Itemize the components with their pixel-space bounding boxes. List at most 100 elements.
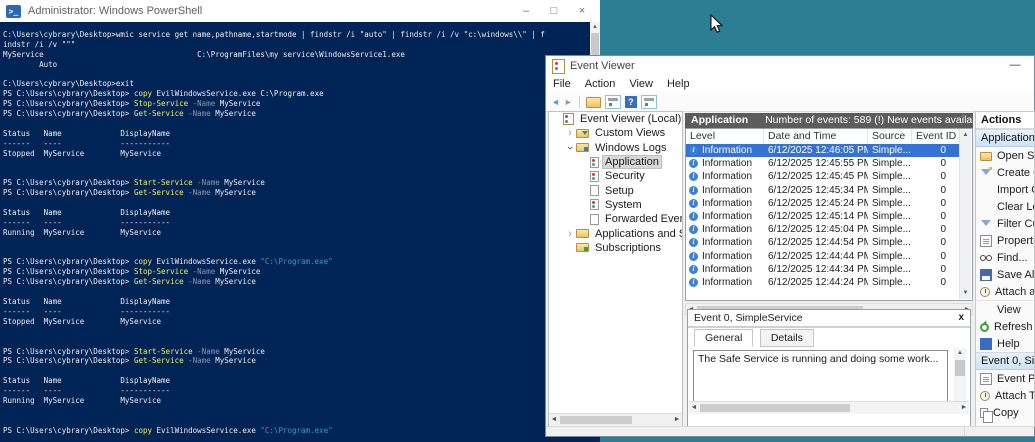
event-viewer-titlebar[interactable]: Event Viewer — [546, 56, 1034, 76]
console-text-segment: MyService [210, 277, 256, 287]
tree-item-custom-views[interactable]: › Custom Views [549, 126, 682, 140]
console-text-segment: ------ ---- ----------- [3, 306, 171, 316]
scroll-left-icon[interactable]: ◄ [549, 414, 559, 426]
minimize-button[interactable]: — [1004, 56, 1026, 74]
tab-general[interactable]: General [694, 329, 754, 347]
tree-horizontal-scrollbar[interactable]: ◄ ► [549, 413, 682, 426]
minimize-button[interactable]: – [512, 0, 540, 22]
folder-logs-icon [576, 143, 589, 153]
action-event-prope[interactable]: Event Prope [976, 370, 1034, 387]
actions-group-header[interactable]: Application [976, 129, 1034, 147]
scrollbar-thumb[interactable] [700, 404, 850, 412]
action-label: Open Saved [997, 149, 1034, 162]
menu-item-view[interactable]: View [622, 76, 660, 93]
tree-item-event-viewer-local-[interactable]: Event Viewer (Local) [549, 112, 682, 126]
action-import-cust[interactable]: Import Cust [976, 181, 1034, 198]
scrollbar-thumb[interactable] [955, 360, 965, 376]
cell-event-id: 0 [940, 197, 946, 209]
close-button[interactable]: × [568, 0, 596, 22]
actions-group-header[interactable]: Event 0, SimpleS [976, 352, 1034, 370]
cell-source: Simple... [872, 250, 911, 262]
scroll-up-icon[interactable]: ▲ [960, 130, 971, 141]
tree-expander-icon[interactable]: › [564, 142, 576, 154]
powershell-console[interactable]: C:\Users\cybrary\Desktop>wmic service ge… [0, 22, 600, 442]
table-row[interactable]: i Information 6/12/2025 12:45:34 PM Simple.… [686, 184, 960, 197]
powershell-titlebar[interactable]: >_ Administrator: Windows PowerShell – □… [0, 0, 600, 22]
forward-icon[interactable]: ► [564, 95, 573, 109]
table-row[interactable]: i Information 6/12/2025 12:44:34 PM Simple.… [686, 263, 960, 276]
column-header-date[interactable]: Date and Time [764, 129, 868, 144]
status-bar-divider [964, 427, 965, 436]
action-open-saved[interactable]: Open Saved [976, 147, 1034, 164]
tree-expander-icon[interactable]: › [564, 228, 576, 240]
action-label: Create Cust [997, 166, 1034, 179]
action-save-all-eve[interactable]: Save All Eve [976, 266, 1034, 283]
menu-item-file[interactable]: File [546, 76, 578, 93]
table-row[interactable]: i Information 6/12/2025 12:45:24 PM Simple.… [686, 197, 960, 210]
scroll-up-icon[interactable]: ▲ [590, 22, 600, 32]
action-properties[interactable]: Properties [976, 232, 1034, 249]
table-row[interactable]: i Information 6/12/2025 12:46:05 PM Simple.… [686, 144, 960, 158]
action-attach-task[interactable]: Attach Task [976, 387, 1034, 404]
tree-item-label: Event Viewer (Local) [580, 113, 682, 126]
table-header-row: Level Date and Time Source Event ID [686, 129, 960, 145]
event-description[interactable]: The Safe Service is running and doing so… [693, 350, 948, 406]
tree-item-security[interactable]: Security [549, 169, 682, 183]
action-attach-a-ta[interactable]: Attach a Ta [976, 283, 1034, 300]
tree-item-system[interactable]: System [549, 198, 682, 212]
help-icon[interactable]: ? [624, 96, 637, 108]
back-icon[interactable]: ◄ [551, 95, 560, 109]
action-find-[interactable]: Find... [976, 249, 1034, 266]
table-row[interactable]: i Information 6/12/2025 12:44:44 PM Simple.… [686, 250, 960, 263]
maximize-button[interactable]: □ [540, 0, 568, 22]
table-row[interactable]: i Information 6/12/2025 12:45:55 PM Simple.… [686, 157, 960, 170]
menu-item-help[interactable]: Help [660, 76, 697, 93]
close-icon[interactable]: x [958, 310, 964, 325]
tree-item-applications-and-services-lo[interactable]: › Applications and Services Lo [549, 226, 682, 240]
cell-datetime: 6/12/2025 12:44:54 PM [768, 237, 868, 249]
show-action-pane-icon[interactable] [640, 95, 657, 109]
scroll-up-icon[interactable]: ▲ [954, 348, 966, 359]
preview-horizontal-scrollbar[interactable]: ◄ ► [689, 401, 969, 414]
cell-datetime: 6/12/2025 12:45:55 PM [768, 158, 868, 170]
level-text: Information [702, 184, 753, 196]
table-row[interactable]: i Information 6/12/2025 12:44:24 PM Simple.… [686, 276, 960, 289]
console-text-segment: copy [133, 425, 153, 435]
show-console-tree-icon[interactable] [604, 95, 621, 109]
menu-item-action[interactable]: Action [578, 76, 623, 93]
tab-details[interactable]: Details [759, 329, 814, 347]
column-header-level[interactable]: Level [686, 129, 764, 144]
action-clear-log-[interactable]: Clear Log... [976, 198, 1034, 215]
tree-item-setup[interactable]: Setup [549, 183, 682, 197]
column-header-event-id[interactable]: Event ID [912, 129, 960, 144]
scroll-right-icon[interactable]: ► [672, 414, 682, 426]
information-icon: i [689, 225, 698, 235]
console-text-segment: -Name [183, 356, 211, 366]
scroll-down-icon[interactable]: ▼ [960, 288, 971, 299]
action-view[interactable]: View [976, 300, 1034, 318]
tree-expander-icon[interactable]: › [564, 127, 576, 139]
tree-item-windows-logs[interactable]: › Windows Logs [549, 141, 682, 155]
tree-item-subscriptions[interactable]: Subscriptions [549, 241, 682, 255]
action-refresh[interactable]: Refresh [976, 318, 1034, 335]
console-text-segment: Running MyService MyService [3, 227, 162, 237]
table-row[interactable]: i Information 6/12/2025 12:45:14 PM Simple.… [686, 210, 960, 223]
scrollbar-thumb[interactable] [560, 416, 632, 424]
tree-item-forwarded-events[interactable]: Forwarded Events [549, 212, 682, 226]
scroll-right-icon[interactable]: ► [959, 402, 969, 414]
table-vertical-scrollbar[interactable]: ▲ ▼ [959, 130, 971, 299]
tree-item-application[interactable]: Application [549, 155, 682, 170]
cell-event-id: 0 [940, 276, 946, 288]
column-header-source[interactable]: Source [868, 129, 912, 144]
open-saved-log-icon[interactable] [585, 96, 601, 108]
scroll-left-icon[interactable]: ◄ [689, 402, 699, 414]
toolbar: ◄ ► ? [546, 93, 1034, 112]
action-help[interactable]: Help [976, 335, 1034, 352]
action-copy[interactable]: Copy [976, 404, 1034, 423]
action-create-cust[interactable]: Create Cust [976, 164, 1034, 181]
table-row[interactable]: i Information 6/12/2025 12:44:54 PM Simple.… [686, 236, 960, 249]
information-icon: i [689, 238, 698, 248]
action-filter-currer[interactable]: Filter Currer [976, 215, 1034, 232]
table-row[interactable]: i Information 6/12/2025 12:45:04 PM Simple.… [686, 223, 960, 236]
table-row[interactable]: i Information 6/12/2025 12:45:45 PM Simple.… [686, 170, 960, 183]
